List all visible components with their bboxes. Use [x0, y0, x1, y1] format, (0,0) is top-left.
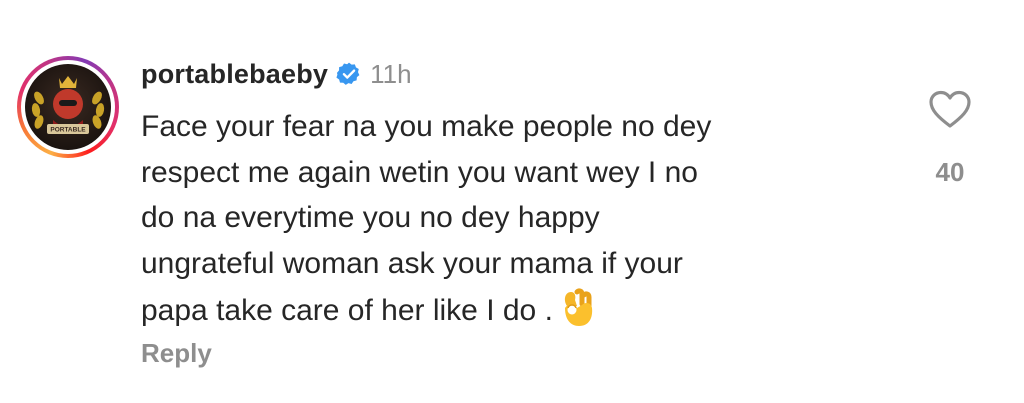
avatar-story-ring[interactable]: PORTABLE — [17, 56, 119, 158]
comment-text-line: respect me again wetin you want wey I no — [141, 155, 698, 189]
reply-button[interactable]: Reply — [141, 338, 212, 369]
avatar[interactable]: PORTABLE — [25, 64, 111, 150]
comment-text: Face your fear na you make people no dey… — [141, 104, 901, 334]
comment-text-line: ungrateful woman ask your mama if your — [141, 246, 683, 280]
comment-text-line: Face your fear na you make people no dey — [141, 110, 712, 143]
username-link[interactable]: portablebaeby — [141, 59, 328, 90]
comment-timestamp: 11h — [370, 58, 412, 89]
comment-text-line-last: papa take care of her like I do . — [141, 286, 901, 334]
ok-hand-emoji — [557, 286, 597, 328]
verified-badge-icon — [336, 61, 362, 87]
comment: PORTABLE portablebaeby 11h Face your fea… — [0, 0, 1024, 403]
avatar-image: PORTABLE — [31, 76, 105, 134]
heart-outline-icon[interactable] — [928, 89, 972, 129]
comment-text-line: do na everytime you no dey happy — [141, 201, 600, 234]
comment-text-line: papa take care of her like I do . — [141, 294, 553, 327]
like-count: 40 — [935, 157, 965, 187]
comment-header: portablebaeby 11h — [141, 56, 412, 92]
avatar-badge-text: PORTABLE — [50, 127, 86, 134]
